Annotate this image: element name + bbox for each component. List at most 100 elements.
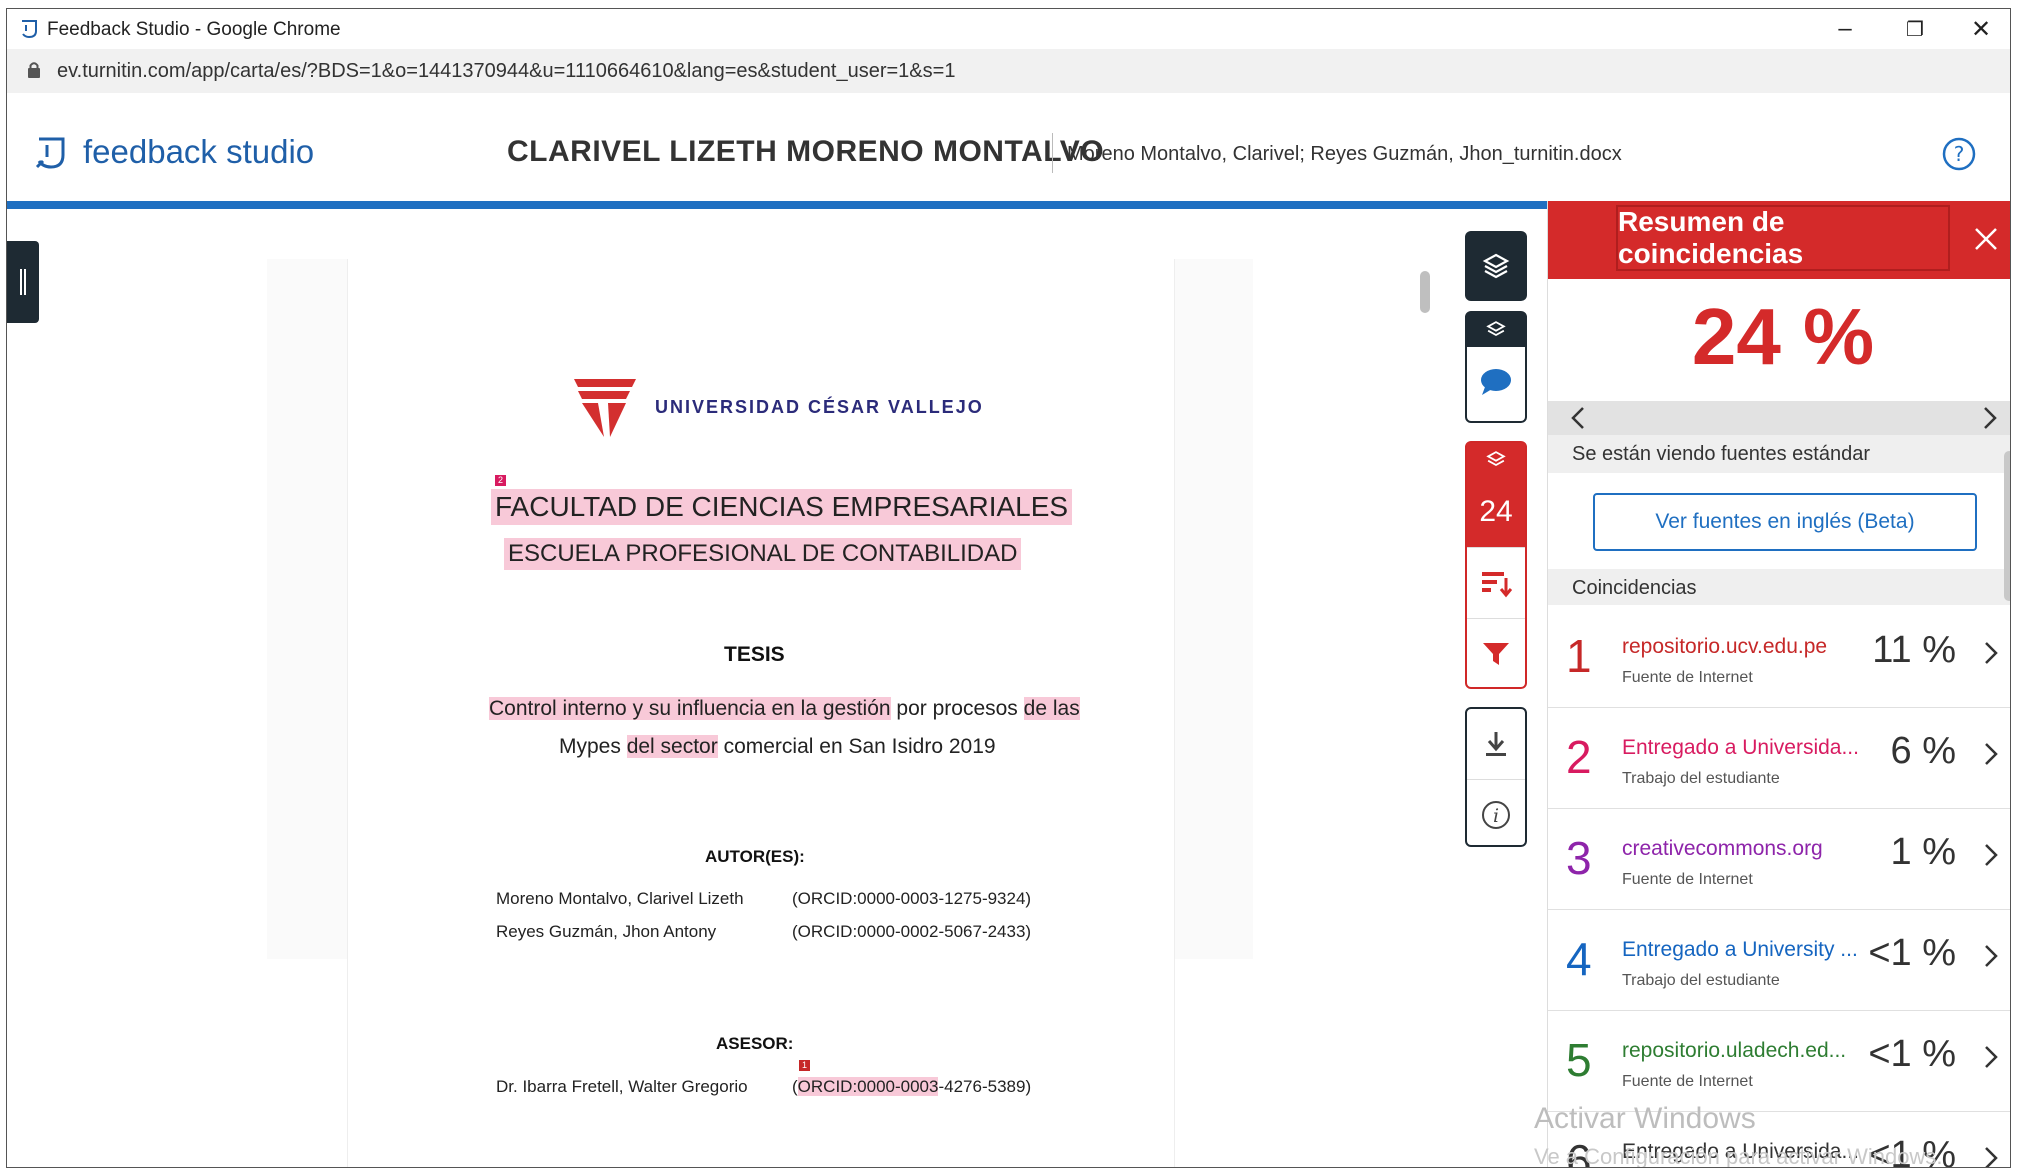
feedback-layer-header[interactable] xyxy=(1467,313,1525,347)
chevron-left-icon[interactable] xyxy=(1568,405,1588,431)
plain-segment: por procesos xyxy=(890,697,1024,720)
logo-text: feedback studio xyxy=(83,133,315,170)
info-button[interactable]: i xyxy=(1467,779,1525,850)
advisor-orcid: (ORCID:0000-0003-4276-5389) xyxy=(792,1077,1031,1097)
match-source: Entregado a University ... xyxy=(1622,938,1858,961)
document-type: TESIS xyxy=(724,643,785,666)
highlight-segment[interactable]: de las xyxy=(1023,697,1080,720)
viewing-standard-sources-text: Se están viendo fuentes estándar xyxy=(1572,443,1870,465)
thesis-title-line-1: Control interno y su influencia en la ge… xyxy=(489,697,1080,721)
faculty-heading[interactable]: FACULTAD DE CIENCIAS EMPRESARIALES xyxy=(491,489,1073,525)
highlight-segment[interactable]: del sector xyxy=(626,735,718,758)
document-margin-left xyxy=(267,259,349,959)
highlight-segment[interactable]: ORCID:0000-0003 xyxy=(797,1077,939,1096)
url-text[interactable]: ev.turnitin.com/app/carta/es/?BDS=1&o=14… xyxy=(57,60,955,83)
author-orcid: (ORCID:0000-0002-5067-2433) xyxy=(792,922,1032,941)
document-scrollbar[interactable] xyxy=(1420,271,1430,313)
match-source-type: Fuente de Internet xyxy=(1622,669,1753,686)
match-number: 1 xyxy=(1566,630,1592,682)
advisor-heading: ASESOR: xyxy=(716,1034,794,1053)
feedback-studio-logo-icon xyxy=(35,137,65,169)
match-marker-2[interactable]: 2 xyxy=(495,475,506,486)
match-marker-1[interactable]: 1 xyxy=(799,1060,810,1071)
comments-button[interactable] xyxy=(1467,347,1525,417)
windows-activation-watermark: Activar Windows xyxy=(1534,1102,1756,1135)
layers-icon xyxy=(1486,451,1506,467)
filter-button[interactable] xyxy=(1467,618,1525,689)
match-source: Entregado a Universida... xyxy=(1622,736,1859,759)
match-item[interactable]: 3 creativecommons.org Fuente de Internet… xyxy=(1548,809,2010,910)
chevron-right-icon xyxy=(1985,1046,1998,1068)
panel-scrollbar[interactable] xyxy=(2004,451,2010,601)
utility-tool-group: i xyxy=(1465,707,1527,847)
author-name: Moreno Montalvo, Clarivel Lizeth xyxy=(496,889,744,908)
plain-segment: ( xyxy=(792,1077,798,1096)
title-bar: Feedback Studio - Google Chrome – ❐ ✕ xyxy=(7,9,2010,49)
close-panel-icon[interactable] xyxy=(1966,219,2006,259)
match-percent: 6 % xyxy=(1890,730,1956,772)
match-percent: <1 % xyxy=(1868,932,1956,974)
grip-icon xyxy=(20,269,26,295)
feedback-tool-group xyxy=(1465,311,1527,423)
info-icon: i xyxy=(1482,801,1510,829)
similarity-tool-group: 24 xyxy=(1465,441,1527,689)
advisor-name: Dr. Ibarra Fretell, Walter Gregorio xyxy=(496,1077,748,1096)
match-source: repositorio.uladech.ed... xyxy=(1622,1039,1847,1062)
ucv-logo-icon xyxy=(574,379,636,437)
window-title: Feedback Studio - Google Chrome xyxy=(47,19,341,40)
filter-icon xyxy=(1483,643,1509,665)
windows-activation-hint: Ve a Configuración para activar Windows. xyxy=(1534,1144,1943,1168)
plain-segment: comercial en San Isidro 2019 xyxy=(717,735,996,758)
chevron-right-icon xyxy=(1985,1147,1998,1167)
document-margin-right xyxy=(1173,259,1253,959)
left-panel-toggle[interactable] xyxy=(7,241,39,323)
source-view-info: Se están viendo fuentes estándar xyxy=(1548,435,2010,473)
chevron-right-icon[interactable] xyxy=(1980,405,2000,431)
plain-segment: Mypes xyxy=(559,735,627,758)
help-icon[interactable]: ? xyxy=(1942,137,1976,171)
match-source-type: Fuente de Internet xyxy=(1622,871,1753,888)
chevron-right-icon xyxy=(1985,844,1998,866)
header-accent-line xyxy=(7,201,1547,209)
match-item[interactable]: 5 repositorio.uladech.ed... Fuente de In… xyxy=(1548,1011,2010,1112)
match-item[interactable]: 4 Entregado a University ... Trabajo del… xyxy=(1548,910,2010,1011)
close-window-button[interactable]: ✕ xyxy=(1951,13,2010,45)
download-icon xyxy=(1486,732,1506,756)
svg-text:?: ? xyxy=(1954,142,1965,166)
authors-heading: AUTOR(ES): xyxy=(705,847,805,866)
student-name: CLARIVEL LIZETH MORENO MONTALVO xyxy=(507,135,1105,168)
browser-window: Feedback Studio - Google Chrome – ❐ ✕ ev… xyxy=(6,8,2011,1168)
highlight-segment[interactable]: Control interno y su influencia en la ge… xyxy=(489,697,891,720)
match-item[interactable]: 2 Entregado a Universida... Trabajo del … xyxy=(1548,708,2010,809)
svg-text:i: i xyxy=(1493,805,1499,827)
panel-title: Resumen de coincidencias xyxy=(1616,205,1950,271)
match-percent: 1 % xyxy=(1890,831,1956,873)
chevron-right-icon xyxy=(1985,743,1998,765)
chevron-right-icon xyxy=(1985,945,1998,967)
match-number: 2 xyxy=(1566,731,1592,783)
address-bar[interactable]: ev.turnitin.com/app/carta/es/?BDS=1&o=14… xyxy=(7,49,2010,94)
thesis-title-line-2: Mypes del sector comercial en San Isidro… xyxy=(559,735,996,759)
match-percent: <1 % xyxy=(1868,1033,1956,1075)
sort-matches-button[interactable] xyxy=(1467,547,1525,618)
chevron-right-icon xyxy=(1985,642,1998,664)
comment-bubble-icon xyxy=(1481,369,1511,395)
match-item[interactable]: 1 repositorio.ucv.edu.pe Fuente de Inter… xyxy=(1548,607,2010,708)
restore-button[interactable]: ❐ xyxy=(1885,13,1945,45)
similarity-score-button[interactable]: 24 xyxy=(1467,477,1525,547)
school-heading[interactable]: ESCUELA PROFESIONAL DE CONTABILIDAD xyxy=(504,538,1022,570)
match-source-type: Trabajo del estudiante xyxy=(1622,770,1780,787)
download-button[interactable] xyxy=(1467,709,1525,779)
app-header: feedback studio CLARIVEL LIZETH MORENO M… xyxy=(7,93,2010,201)
similarity-layer-header[interactable] xyxy=(1467,443,1525,477)
feedback-studio-icon xyxy=(22,20,37,39)
match-navigation xyxy=(1548,401,2010,435)
match-source: creativecommons.org xyxy=(1622,837,1823,860)
match-number: 4 xyxy=(1566,933,1592,985)
minimize-button[interactable]: – xyxy=(1815,13,1875,45)
layers-icon xyxy=(1482,253,1510,279)
layers-button[interactable] xyxy=(1465,231,1527,301)
english-sources-button[interactable]: Ver fuentes en inglés (Beta) xyxy=(1593,493,1977,551)
match-number: 3 xyxy=(1566,832,1592,884)
overall-similarity-percent: 24 % xyxy=(1691,292,1875,381)
